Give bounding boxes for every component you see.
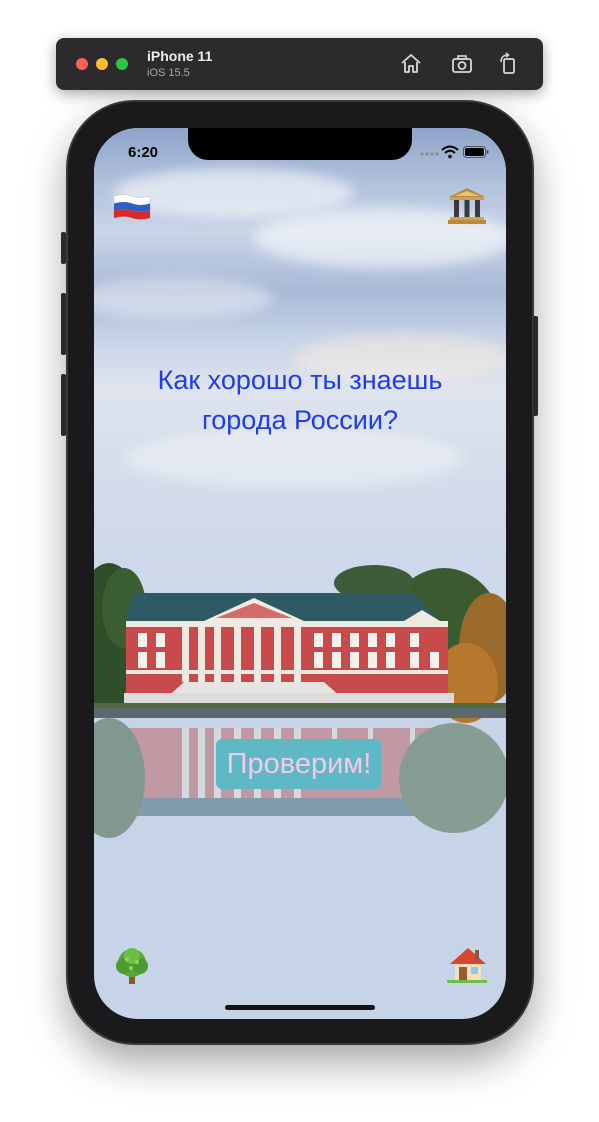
cellular-signal-icon xyxy=(420,152,439,156)
status-bar-time: 6:20 xyxy=(128,144,159,161)
start-quiz-button[interactable]: Проверим! xyxy=(216,739,382,789)
volume-down-button xyxy=(61,374,66,436)
home-indicator[interactable] xyxy=(225,1005,375,1010)
zoom-window-button[interactable] xyxy=(116,58,128,70)
volume-up-button xyxy=(61,293,66,355)
mute-switch xyxy=(61,232,66,264)
device-os-version: iOS 15.5 xyxy=(147,67,190,79)
minimize-window-button[interactable] xyxy=(96,58,108,70)
wifi-icon xyxy=(441,145,459,159)
home-icon[interactable] xyxy=(399,52,423,76)
screenshot-icon[interactable] xyxy=(450,52,474,76)
app-screen: 6:20 Как хорошо ты знаешь города России? xyxy=(94,128,506,1019)
simulator-toolbar: iPhone 11 iOS 15.5 xyxy=(56,38,543,90)
tree-icon[interactable] xyxy=(112,946,152,986)
battery-icon xyxy=(463,146,489,158)
museum-icon[interactable] xyxy=(447,186,487,226)
quiz-headline: Как хорошо ты знаешь города России? xyxy=(94,360,506,440)
rotate-icon[interactable] xyxy=(496,52,520,76)
headline-line-2: города России? xyxy=(201,405,398,435)
device-name: iPhone 11 xyxy=(147,48,213,64)
russia-flag-icon[interactable] xyxy=(112,188,152,228)
device-notch xyxy=(188,128,412,160)
headline-line-1: Как хорошо ты знаешь xyxy=(157,365,443,395)
power-button xyxy=(533,316,538,416)
house-icon[interactable] xyxy=(447,944,487,984)
close-window-button[interactable] xyxy=(76,58,88,70)
